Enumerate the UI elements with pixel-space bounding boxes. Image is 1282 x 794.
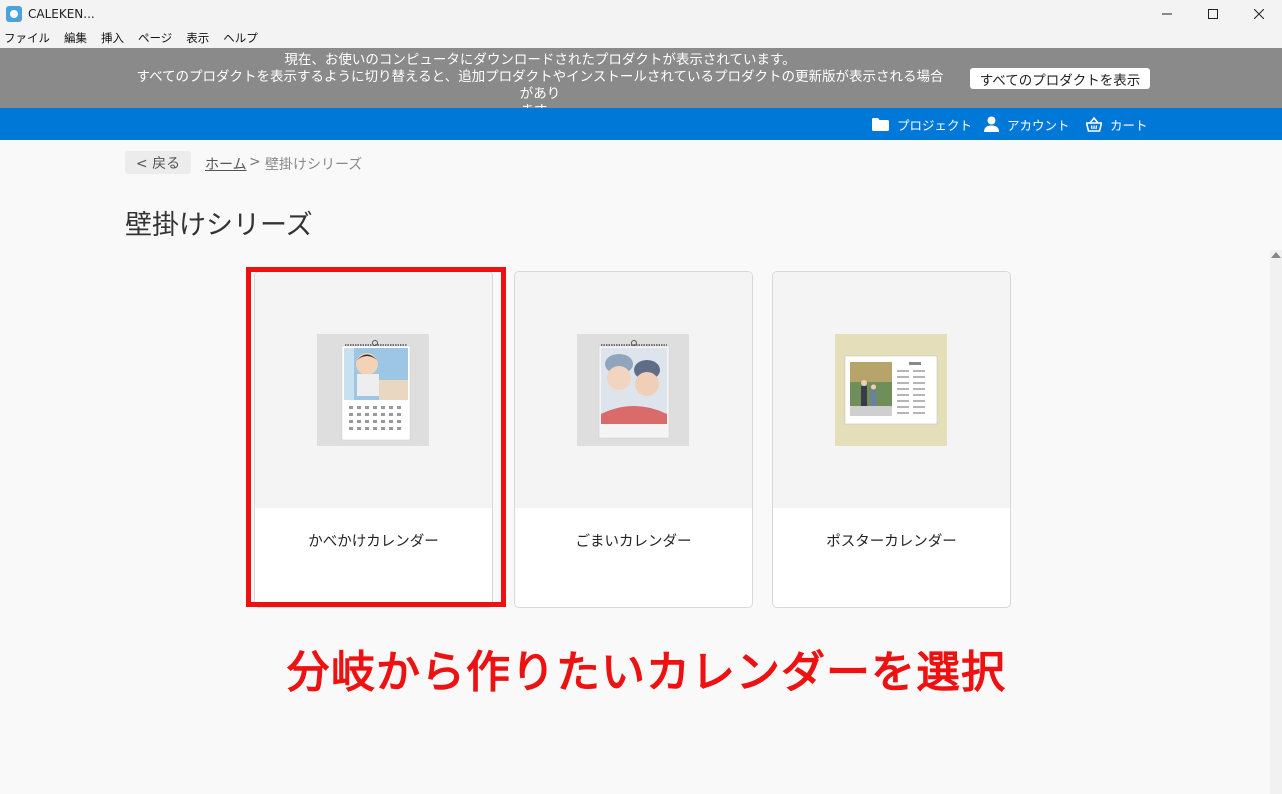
- breadcrumb-home-link[interactable]: ホーム: [205, 154, 247, 174]
- nav-cart-label: カート: [1110, 117, 1148, 133]
- menu-help[interactable]: ヘルプ: [223, 30, 258, 46]
- show-all-products-button[interactable]: すべてのプロダクトを表示: [970, 68, 1150, 89]
- basket-icon: [1086, 116, 1102, 132]
- user-icon: [984, 116, 999, 132]
- nav-cart-link[interactable]: カート: [1086, 108, 1148, 140]
- back-button[interactable]: < 戻る: [125, 151, 191, 174]
- product-label: ポスターカレンダー: [826, 534, 957, 550]
- menu-insert[interactable]: 挿入: [101, 30, 124, 46]
- product-card-poster-calendar[interactable]: ポスターカレンダー: [772, 271, 1011, 608]
- nav-project-link[interactable]: プロジェクト: [872, 108, 972, 140]
- notice-line-2: すべてのプロダクトを表示するように切り替えると、追加プロダクトやインストールされ…: [136, 69, 944, 102]
- scrollbar[interactable]: [1270, 250, 1282, 794]
- gomai-calendar-thumbnail: [577, 334, 689, 446]
- minimize-icon: [1162, 13, 1172, 15]
- maximize-icon: [1208, 9, 1218, 19]
- poster-calendar-thumbnail: [835, 334, 947, 446]
- close-button[interactable]: [1236, 0, 1282, 28]
- instruction-annotation: 分岐から作りたいカレンダーを選択: [286, 647, 1006, 698]
- selection-highlight-box: [246, 267, 506, 607]
- top-nav-bar: プロジェクト アカウント カート: [0, 108, 1282, 140]
- menu-file[interactable]: ファイル: [4, 30, 50, 46]
- title-bar: CALEKEN...: [0, 0, 1282, 28]
- product-image-area: [773, 272, 1010, 508]
- page-title: 壁掛けシリーズ: [125, 210, 313, 241]
- menu-edit[interactable]: 編集: [64, 30, 87, 46]
- minimize-button[interactable]: [1144, 0, 1190, 28]
- window-controls: [1144, 0, 1282, 28]
- breadcrumb-current: 壁掛けシリーズ: [265, 157, 363, 173]
- nav-account-link[interactable]: アカウント: [984, 108, 1070, 140]
- close-icon: [1254, 9, 1264, 19]
- nav-project-label: プロジェクト: [897, 117, 973, 133]
- folder-icon: [872, 117, 889, 131]
- notice-line-1: 現在、お使いのコンピュータにダウンロードされたプロダクトが表示されています。: [284, 52, 796, 68]
- product-card-gomai-calendar[interactable]: ごまいカレンダー: [514, 271, 753, 608]
- scroll-up-arrow-icon[interactable]: [1271, 252, 1281, 258]
- menu-bar: ファイル 編集 挿入 ページ 表示 ヘルプ: [0, 28, 1282, 48]
- breadcrumb-separator: >: [249, 154, 261, 170]
- maximize-button[interactable]: [1190, 0, 1236, 28]
- product-label: ごまいカレンダー: [575, 534, 692, 550]
- app-logo-icon: [6, 6, 22, 22]
- product-image-area: [515, 272, 752, 508]
- menu-view[interactable]: 表示: [186, 30, 209, 46]
- product-notice-banner: 現在、お使いのコンピュータにダウンロードされたプロダクトが表示されています。 す…: [0, 48, 1282, 119]
- nav-account-label: アカウント: [1007, 117, 1070, 133]
- window-title: CALEKEN...: [28, 7, 95, 21]
- menu-page[interactable]: ページ: [138, 30, 172, 46]
